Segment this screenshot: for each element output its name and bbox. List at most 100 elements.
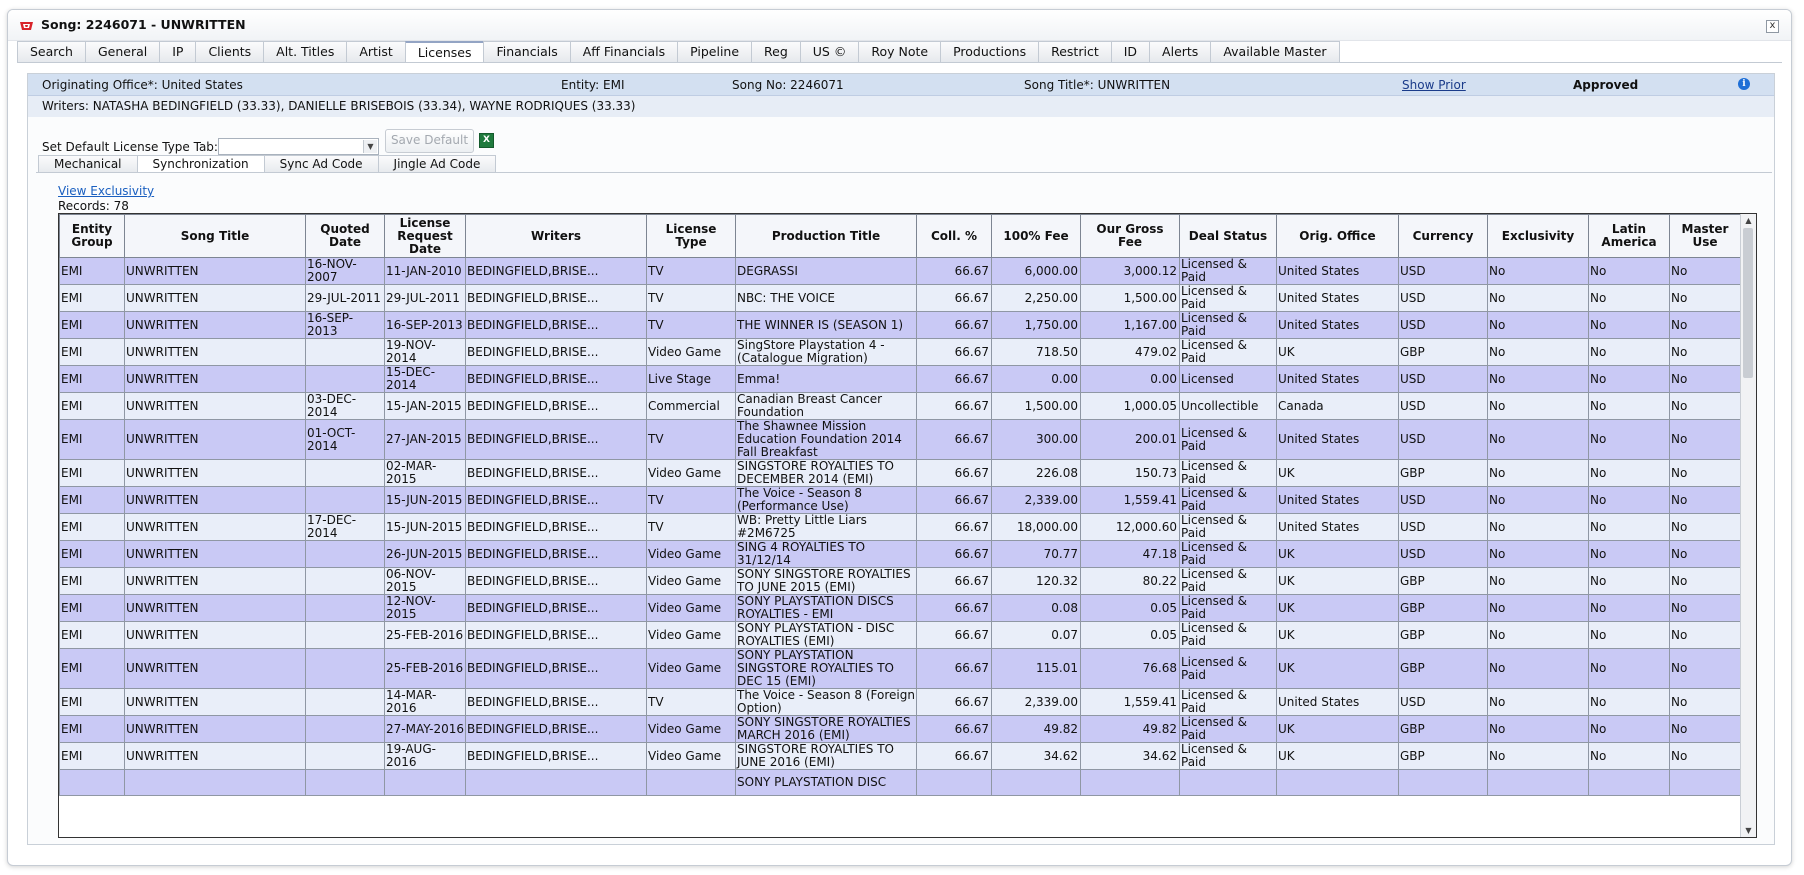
excel-export-icon[interactable]: X <box>479 133 494 148</box>
tab-us[interactable]: US © <box>799 41 860 62</box>
tab-restrict[interactable]: Restrict <box>1038 41 1112 62</box>
column-header[interactable]: Currency <box>1398 214 1488 258</box>
table-row[interactable]: EMI UNWRITTEN 25-FEB-2016 BEDINGFIELD,BRISE… <box>59 648 1741 689</box>
column-header[interactable]: Coll. % <box>916 214 992 258</box>
table-cell: 34.62 <box>1080 742 1180 770</box>
table-cell: Licensed & Paid <box>1179 486 1277 514</box>
table-cell: BEDINGFIELD,BRISE... <box>465 648 647 689</box>
tab-pipeline[interactable]: Pipeline <box>677 41 753 62</box>
table-row[interactable]: EMI UNWRITTEN 17-DEC-2014 15-JUN-2015 BEDING… <box>59 513 1741 541</box>
column-header[interactable]: 100% Fee <box>991 214 1081 258</box>
tab-artist[interactable]: Artist <box>346 41 406 62</box>
tab-reg[interactable]: Reg <box>751 41 801 62</box>
subtab-mechanical[interactable]: Mechanical <box>38 155 138 173</box>
tab-aff-financials[interactable]: Aff Financials <box>569 41 679 62</box>
tab-alt-titles[interactable]: Alt. Titles <box>263 41 348 62</box>
tab-productions[interactable]: Productions <box>940 41 1040 62</box>
table-row[interactable]: EMI UNWRITTEN 19-AUG-2016 BEDINGFIELD,BRISE… <box>59 742 1741 770</box>
scroll-thumb[interactable] <box>1743 228 1753 378</box>
table-cell <box>305 365 385 393</box>
table-cell: 14-MAR-2016 <box>384 688 466 716</box>
tab-ip[interactable]: IP <box>159 41 197 62</box>
column-header[interactable]: Exclusivity <box>1487 214 1589 258</box>
subtab-synchronization[interactable]: Synchronization <box>136 155 265 173</box>
table-row[interactable]: EMI UNWRITTEN 15-JUN-2015 BEDINGFIELD,BRISE… <box>59 486 1741 514</box>
table-cell: 03-DEC-2014 <box>305 392 385 420</box>
table-cell: No <box>1487 594 1589 622</box>
column-header[interactable]: Latin America <box>1588 214 1670 258</box>
column-header[interactable]: License Type <box>646 214 736 258</box>
show-prior-link[interactable]: Show Prior <box>1402 78 1466 92</box>
tab-roy-note[interactable]: Roy Note <box>858 41 942 62</box>
column-header[interactable]: Quoted Date <box>305 214 385 258</box>
licenses-grid: Entity Group Song Title Quoted Date License… <box>58 213 1757 838</box>
table-cell: 80.22 <box>1080 567 1180 595</box>
column-header[interactable]: Master Use <box>1669 214 1741 258</box>
chevron-down-icon[interactable]: ▼ <box>363 140 377 153</box>
table-row[interactable]: EMI UNWRITTEN 14-MAR-2016 BEDINGFIELD,BRISE… <box>59 688 1741 716</box>
tab-licenses[interactable]: Licenses <box>404 41 485 63</box>
save-default-button[interactable]: Save Default <box>385 129 474 153</box>
table-row[interactable]: EMI UNWRITTEN 03-DEC-2014 15-JAN-2015 BEDING… <box>59 392 1741 420</box>
table-row[interactable]: EMI UNWRITTEN 26-JUN-2015 BEDINGFIELD,BRISE… <box>59 540 1741 568</box>
tab-alerts[interactable]: Alerts <box>1149 41 1212 62</box>
table-cell: Licensed & Paid <box>1179 338 1277 366</box>
default-tab-select[interactable]: ▼ <box>218 138 379 155</box>
table-row[interactable]: EMI UNWRITTEN 16-NOV-2007 11-JAN-2010 BEDING… <box>59 257 1741 285</box>
table-cell: BEDINGFIELD,BRISE... <box>465 594 647 622</box>
table-row[interactable]: EMI UNWRITTEN 25-FEB-2016 BEDINGFIELD,BRISE… <box>59 621 1741 649</box>
table-row[interactable]: EMI UNWRITTEN 01-OCT-2014 27-JAN-2015 BEDING… <box>59 419 1741 460</box>
scroll-down-icon[interactable]: ▼ <box>1741 826 1756 835</box>
table-row[interactable]: EMI UNWRITTEN 27-MAY-2016 BEDINGFIELD,BRISE… <box>59 715 1741 743</box>
column-header[interactable]: Our Gross Fee <box>1080 214 1180 258</box>
table-row[interactable]: EMI UNWRITTEN 15-DEC-2014 BEDINGFIELD,BRISE… <box>59 365 1741 393</box>
column-header[interactable]: Entity Group <box>59 214 125 258</box>
tab-id[interactable]: ID <box>1110 41 1151 62</box>
column-header[interactable]: Orig. Office <box>1276 214 1399 258</box>
column-header[interactable]: Song Title <box>124 214 306 258</box>
tab-clients[interactable]: Clients <box>195 41 265 62</box>
table-cell: TV <box>646 257 736 285</box>
info-icon[interactable]: i <box>1738 78 1750 90</box>
table-cell: BEDINGFIELD,BRISE... <box>465 338 647 366</box>
table-cell: Licensed & Paid <box>1179 742 1277 770</box>
tab-search[interactable]: Search <box>17 41 86 62</box>
table-cell: 66.67 <box>916 715 992 743</box>
table-cell: SONY PLAYSTATION DISCS ROYALTIES - EMI <box>735 594 917 622</box>
table-cell: 479.02 <box>1080 338 1180 366</box>
table-cell: 1,500.00 <box>1080 284 1180 312</box>
close-icon[interactable]: x <box>1766 20 1779 33</box>
table-row[interactable]: EMI UNWRITTEN 02-MAR-2015 BEDINGFIELD,BRISE… <box>59 459 1741 487</box>
subtab-jingle-ad-code[interactable]: Jingle Ad Code <box>377 155 497 173</box>
table-cell: 66.67 <box>916 392 992 420</box>
table-row[interactable]: SONY PLAYSTATION DISC <box>59 769 1741 796</box>
table-cell: 25-FEB-2016 <box>384 648 466 689</box>
scroll-up-icon[interactable]: ▲ <box>1741 216 1756 225</box>
subtab-sync-ad-code[interactable]: Sync Ad Code <box>263 155 379 173</box>
table-cell <box>1588 769 1670 796</box>
table-row[interactable]: EMI UNWRITTEN 12-NOV-2015 BEDINGFIELD,BRISE… <box>59 594 1741 622</box>
grid-scrollbar[interactable]: ▲ ▼ <box>1740 214 1756 837</box>
table-cell: GBP <box>1398 594 1488 622</box>
view-exclusivity-link[interactable]: View Exclusivity <box>58 184 154 198</box>
table-cell: 66.67 <box>916 284 992 312</box>
table-cell: SING 4 ROYALTIES TO 31/12/14 <box>735 540 917 568</box>
column-header[interactable]: Writers <box>465 214 647 258</box>
tab-financials[interactable]: Financials <box>483 41 571 62</box>
table-row[interactable]: EMI UNWRITTEN 16-SEP-2013 16-SEP-2013 BEDING… <box>59 311 1741 339</box>
table-cell: No <box>1487 648 1589 689</box>
table-row[interactable]: EMI UNWRITTEN 19-NOV-2014 BEDINGFIELD,BRISE… <box>59 338 1741 366</box>
table-cell: 12,000.60 <box>1080 513 1180 541</box>
column-header[interactable]: License Request Date <box>384 214 466 258</box>
table-cell: Licensed & Paid <box>1179 715 1277 743</box>
tab-general[interactable]: General <box>84 41 161 62</box>
table-cell: DEGRASSI <box>735 257 917 285</box>
table-row[interactable]: EMI UNWRITTEN 29-JUL-2011 29-JUL-2011 BEDING… <box>59 284 1741 312</box>
table-row[interactable]: EMI UNWRITTEN 06-NOV-2015 BEDINGFIELD,BRISE… <box>59 567 1741 595</box>
table-cell <box>59 769 125 796</box>
column-header[interactable]: Production Title <box>735 214 917 258</box>
tab-available-master[interactable]: Available Master <box>1210 41 1340 62</box>
table-cell: Licensed <box>1179 365 1277 393</box>
table-cell <box>991 769 1081 796</box>
column-header[interactable]: Deal Status <box>1179 214 1277 258</box>
